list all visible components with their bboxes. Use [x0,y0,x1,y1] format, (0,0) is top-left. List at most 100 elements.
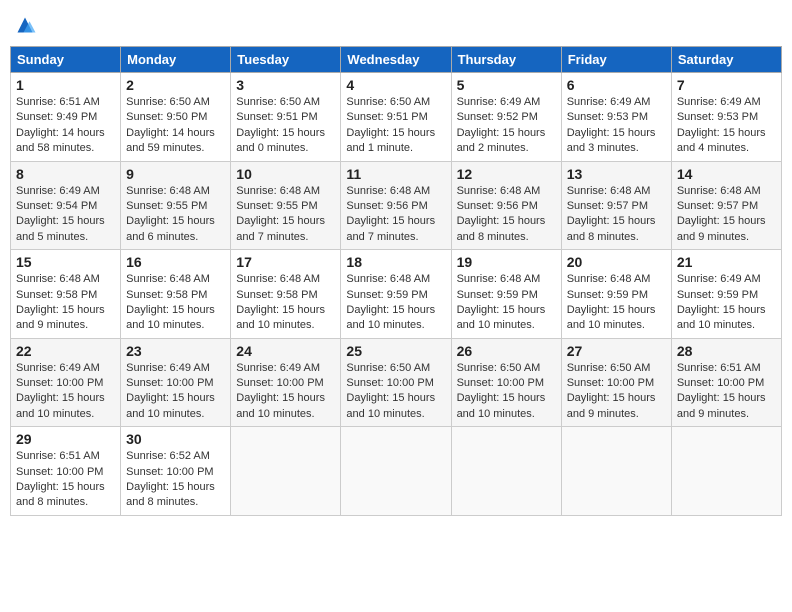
calendar-week-row: 22 Sunrise: 6:49 AMSunset: 10:00 PMDayli… [11,338,782,427]
day-info: Sunrise: 6:49 AMSunset: 9:54 PMDaylight:… [16,185,105,243]
day-info: Sunrise: 6:48 AMSunset: 9:57 PMDaylight:… [567,185,656,243]
day-number: 27 [567,343,666,359]
day-number: 18 [346,254,445,270]
weekday-header: Saturday [671,47,781,73]
calendar-cell: 9 Sunrise: 6:48 AMSunset: 9:55 PMDayligh… [121,161,231,250]
calendar-cell: 10 Sunrise: 6:48 AMSunset: 9:55 PMDaylig… [231,161,341,250]
calendar-cell: 11 Sunrise: 6:48 AMSunset: 9:56 PMDaylig… [341,161,451,250]
day-info: Sunrise: 6:48 AMSunset: 9:58 PMDaylight:… [16,273,105,331]
header [10,10,782,40]
calendar-cell [231,427,341,516]
day-number: 23 [126,343,225,359]
day-number: 30 [126,431,225,447]
calendar-cell: 15 Sunrise: 6:48 AMSunset: 9:58 PMDaylig… [11,250,121,339]
day-number: 29 [16,431,115,447]
day-number: 15 [16,254,115,270]
day-number: 3 [236,77,335,93]
day-number: 12 [457,166,556,182]
day-number: 10 [236,166,335,182]
day-info: Sunrise: 6:49 AMSunset: 9:53 PMDaylight:… [677,96,766,154]
calendar-cell: 13 Sunrise: 6:48 AMSunset: 9:57 PMDaylig… [561,161,671,250]
calendar-cell: 29 Sunrise: 6:51 AMSunset: 10:00 PMDayli… [11,427,121,516]
day-info: Sunrise: 6:49 AMSunset: 10:00 PMDaylight… [126,362,215,420]
calendar-cell: 21 Sunrise: 6:49 AMSunset: 9:59 PMDaylig… [671,250,781,339]
calendar-cell: 22 Sunrise: 6:49 AMSunset: 10:00 PMDayli… [11,338,121,427]
day-info: Sunrise: 6:49 AMSunset: 10:00 PMDaylight… [236,362,325,420]
day-number: 17 [236,254,335,270]
day-info: Sunrise: 6:49 AMSunset: 10:00 PMDaylight… [16,362,105,420]
day-info: Sunrise: 6:48 AMSunset: 9:58 PMDaylight:… [126,273,215,331]
day-info: Sunrise: 6:50 AMSunset: 10:00 PMDaylight… [567,362,656,420]
calendar-week-row: 15 Sunrise: 6:48 AMSunset: 9:58 PMDaylig… [11,250,782,339]
day-number: 2 [126,77,225,93]
logo [10,10,44,40]
weekday-header: Friday [561,47,671,73]
calendar-cell [561,427,671,516]
calendar-cell: 27 Sunrise: 6:50 AMSunset: 10:00 PMDayli… [561,338,671,427]
day-info: Sunrise: 6:50 AMSunset: 9:50 PMDaylight:… [126,96,215,154]
day-number: 25 [346,343,445,359]
calendar-cell: 30 Sunrise: 6:52 AMSunset: 10:00 PMDayli… [121,427,231,516]
day-info: Sunrise: 6:48 AMSunset: 9:55 PMDaylight:… [236,185,325,243]
calendar-cell: 14 Sunrise: 6:48 AMSunset: 9:57 PMDaylig… [671,161,781,250]
calendar-cell: 28 Sunrise: 6:51 AMSunset: 10:00 PMDayli… [671,338,781,427]
calendar-cell: 3 Sunrise: 6:50 AMSunset: 9:51 PMDayligh… [231,73,341,162]
day-number: 28 [677,343,776,359]
calendar-cell [451,427,561,516]
weekday-header: Thursday [451,47,561,73]
weekday-header: Wednesday [341,47,451,73]
day-number: 6 [567,77,666,93]
day-info: Sunrise: 6:49 AMSunset: 9:52 PMDaylight:… [457,96,546,154]
day-number: 24 [236,343,335,359]
calendar-cell: 1 Sunrise: 6:51 AMSunset: 9:49 PMDayligh… [11,73,121,162]
calendar-cell: 4 Sunrise: 6:50 AMSunset: 9:51 PMDayligh… [341,73,451,162]
calendar-cell: 7 Sunrise: 6:49 AMSunset: 9:53 PMDayligh… [671,73,781,162]
day-info: Sunrise: 6:48 AMSunset: 9:58 PMDaylight:… [236,273,325,331]
calendar-week-row: 1 Sunrise: 6:51 AMSunset: 9:49 PMDayligh… [11,73,782,162]
calendar-cell [341,427,451,516]
day-number: 26 [457,343,556,359]
day-number: 8 [16,166,115,182]
calendar-cell: 25 Sunrise: 6:50 AMSunset: 10:00 PMDayli… [341,338,451,427]
calendar-week-row: 29 Sunrise: 6:51 AMSunset: 10:00 PMDayli… [11,427,782,516]
calendar-cell [671,427,781,516]
calendar-cell: 24 Sunrise: 6:49 AMSunset: 10:00 PMDayli… [231,338,341,427]
day-info: Sunrise: 6:50 AMSunset: 9:51 PMDaylight:… [236,96,325,154]
calendar-cell: 17 Sunrise: 6:48 AMSunset: 9:58 PMDaylig… [231,250,341,339]
day-info: Sunrise: 6:50 AMSunset: 10:00 PMDaylight… [346,362,435,420]
calendar-cell: 5 Sunrise: 6:49 AMSunset: 9:52 PMDayligh… [451,73,561,162]
day-info: Sunrise: 6:52 AMSunset: 10:00 PMDaylight… [126,450,215,508]
day-info: Sunrise: 6:48 AMSunset: 9:59 PMDaylight:… [567,273,656,331]
day-number: 13 [567,166,666,182]
weekday-header: Monday [121,47,231,73]
calendar-week-row: 8 Sunrise: 6:49 AMSunset: 9:54 PMDayligh… [11,161,782,250]
day-info: Sunrise: 6:48 AMSunset: 9:57 PMDaylight:… [677,185,766,243]
weekday-header: Sunday [11,47,121,73]
day-info: Sunrise: 6:49 AMSunset: 9:53 PMDaylight:… [567,96,656,154]
day-number: 21 [677,254,776,270]
day-info: Sunrise: 6:49 AMSunset: 9:59 PMDaylight:… [677,273,766,331]
day-number: 22 [16,343,115,359]
day-number: 4 [346,77,445,93]
day-info: Sunrise: 6:50 AMSunset: 9:51 PMDaylight:… [346,96,435,154]
day-info: Sunrise: 6:48 AMSunset: 9:55 PMDaylight:… [126,185,215,243]
calendar: SundayMondayTuesdayWednesdayThursdayFrid… [10,46,782,516]
day-number: 7 [677,77,776,93]
day-number: 16 [126,254,225,270]
calendar-cell: 23 Sunrise: 6:49 AMSunset: 10:00 PMDayli… [121,338,231,427]
day-number: 5 [457,77,556,93]
day-info: Sunrise: 6:50 AMSunset: 10:00 PMDaylight… [457,362,546,420]
day-info: Sunrise: 6:48 AMSunset: 9:59 PMDaylight:… [346,273,435,331]
weekday-header-row: SundayMondayTuesdayWednesdayThursdayFrid… [11,47,782,73]
day-info: Sunrise: 6:48 AMSunset: 9:56 PMDaylight:… [346,185,435,243]
calendar-cell: 16 Sunrise: 6:48 AMSunset: 9:58 PMDaylig… [121,250,231,339]
day-info: Sunrise: 6:48 AMSunset: 9:56 PMDaylight:… [457,185,546,243]
day-number: 11 [346,166,445,182]
day-info: Sunrise: 6:51 AMSunset: 10:00 PMDaylight… [16,450,105,508]
day-number: 9 [126,166,225,182]
day-number: 20 [567,254,666,270]
calendar-cell: 2 Sunrise: 6:50 AMSunset: 9:50 PMDayligh… [121,73,231,162]
day-number: 14 [677,166,776,182]
weekday-header: Tuesday [231,47,341,73]
day-number: 19 [457,254,556,270]
